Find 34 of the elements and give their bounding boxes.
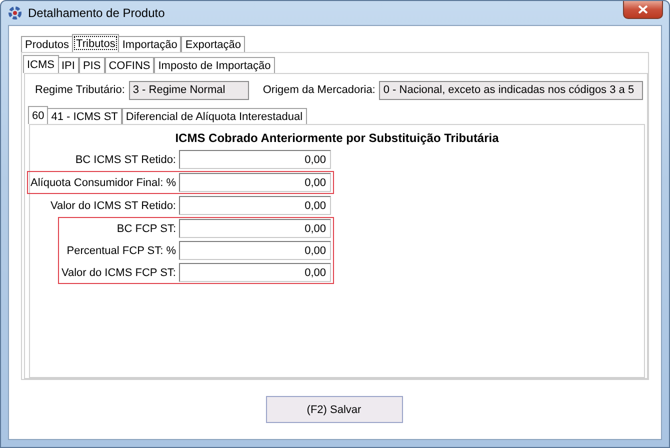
tab[interactable]: Importação	[118, 36, 182, 52]
input-field[interactable]: 0 - Nacional, exceto as indicadas nos códigos 3 a 5	[379, 80, 643, 100]
field-label: Origem da Mercadoria:	[262, 84, 376, 96]
field-label: Percentual FCP ST: %	[66, 244, 176, 256]
tab[interactable]: Diferencial de Alíquota Interestadual	[122, 108, 307, 124]
field-label: Regime Tributário:	[35, 84, 125, 96]
app-icon	[8, 6, 22, 20]
input-field[interactable]: 0,00	[179, 150, 331, 169]
section-title: ICMS Cobrado Anteriormente por Substituição Tributária	[174, 131, 500, 145]
input-field[interactable]: 0,00	[179, 219, 331, 238]
tab[interactable]: PIS	[78, 57, 105, 73]
tab[interactable]: ICMS	[23, 55, 58, 73]
tab[interactable]: COFINS	[104, 57, 154, 73]
tab[interactable]: IPI	[58, 57, 79, 73]
field-label: Alíquota Consumidor Final: %	[30, 176, 176, 188]
tab[interactable]: Tributos	[72, 34, 120, 52]
tab[interactable]: Exportação	[181, 36, 246, 52]
close-button[interactable]	[623, 1, 663, 19]
close-icon	[638, 5, 648, 14]
input-field[interactable]: 0,00	[179, 263, 331, 282]
input-field[interactable]: 0,00	[179, 173, 331, 192]
window-title: Detalhamento de Produto	[28, 6, 165, 20]
tab[interactable]: 60	[28, 106, 48, 124]
field-label: BC FCP ST:	[116, 222, 176, 234]
tab[interactable]: 41 - ICMS ST	[47, 108, 122, 124]
save-button[interactable]: (F2) Salvar	[266, 396, 402, 423]
field-label: Valor do ICMS ST Retido:	[50, 200, 176, 212]
input-field[interactable]: 0,00	[179, 196, 331, 215]
field-label: Valor do ICMS FCP ST:	[61, 266, 176, 278]
tab[interactable]: Imposto de Importação	[154, 57, 275, 73]
field-label: BC ICMS ST Retido:	[75, 154, 176, 166]
tab[interactable]: Produtos	[21, 36, 74, 52]
input-field[interactable]: 3 - Regime Normal	[128, 80, 249, 100]
input-field[interactable]: 0,00	[179, 241, 331, 260]
